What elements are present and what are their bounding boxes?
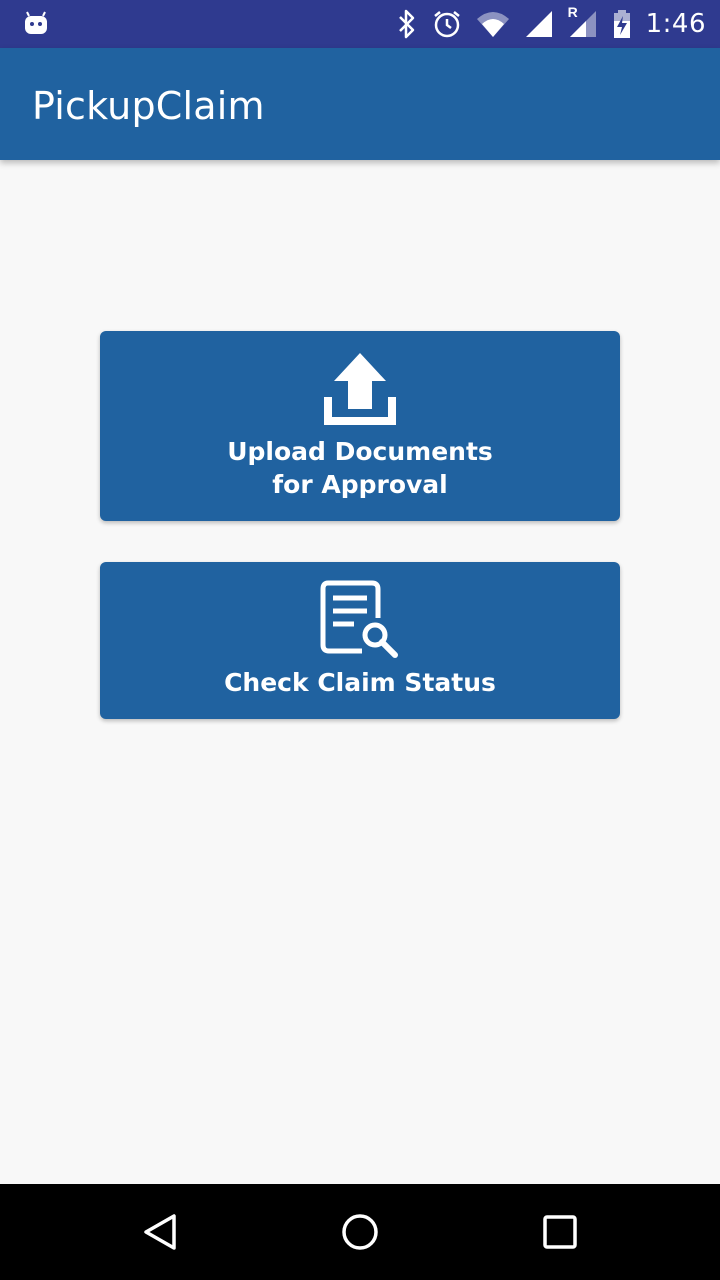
upload-label-line2: for Approval bbox=[272, 470, 448, 499]
document-search-icon bbox=[320, 580, 398, 658]
app-title: PickupClaim bbox=[32, 84, 265, 128]
upload-documents-button[interactable]: Upload Documents for Approval bbox=[100, 331, 620, 521]
home-icon[interactable] bbox=[340, 1212, 380, 1252]
roaming-label: R bbox=[567, 4, 578, 20]
alarm-icon bbox=[433, 11, 460, 38]
status-icons: R 1:46 bbox=[396, 0, 706, 48]
app-bar: PickupClaim bbox=[0, 48, 720, 160]
main-content: Upload Documents for Approval Check Clai… bbox=[0, 160, 720, 1184]
battery-charging-icon bbox=[613, 10, 630, 38]
check-claim-status-button[interactable]: Check Claim Status bbox=[100, 562, 620, 719]
nav-bar bbox=[0, 1184, 720, 1280]
signal-icon bbox=[525, 11, 552, 37]
upload-label-line1: Upload Documents bbox=[227, 437, 493, 466]
bluetooth-icon bbox=[398, 9, 414, 39]
back-icon[interactable] bbox=[140, 1212, 180, 1252]
upload-button-label: Upload Documents for Approval bbox=[100, 435, 620, 501]
check-status-label: Check Claim Status bbox=[224, 668, 496, 697]
upload-icon bbox=[324, 353, 396, 425]
status-bar: R 1:46 bbox=[0, 0, 720, 48]
android-icon bbox=[25, 11, 47, 34]
wifi-icon bbox=[476, 12, 509, 37]
roaming-signal-icon: R bbox=[568, 4, 598, 38]
status-time: 1:46 bbox=[645, 9, 706, 39]
recents-icon[interactable] bbox=[540, 1212, 580, 1252]
